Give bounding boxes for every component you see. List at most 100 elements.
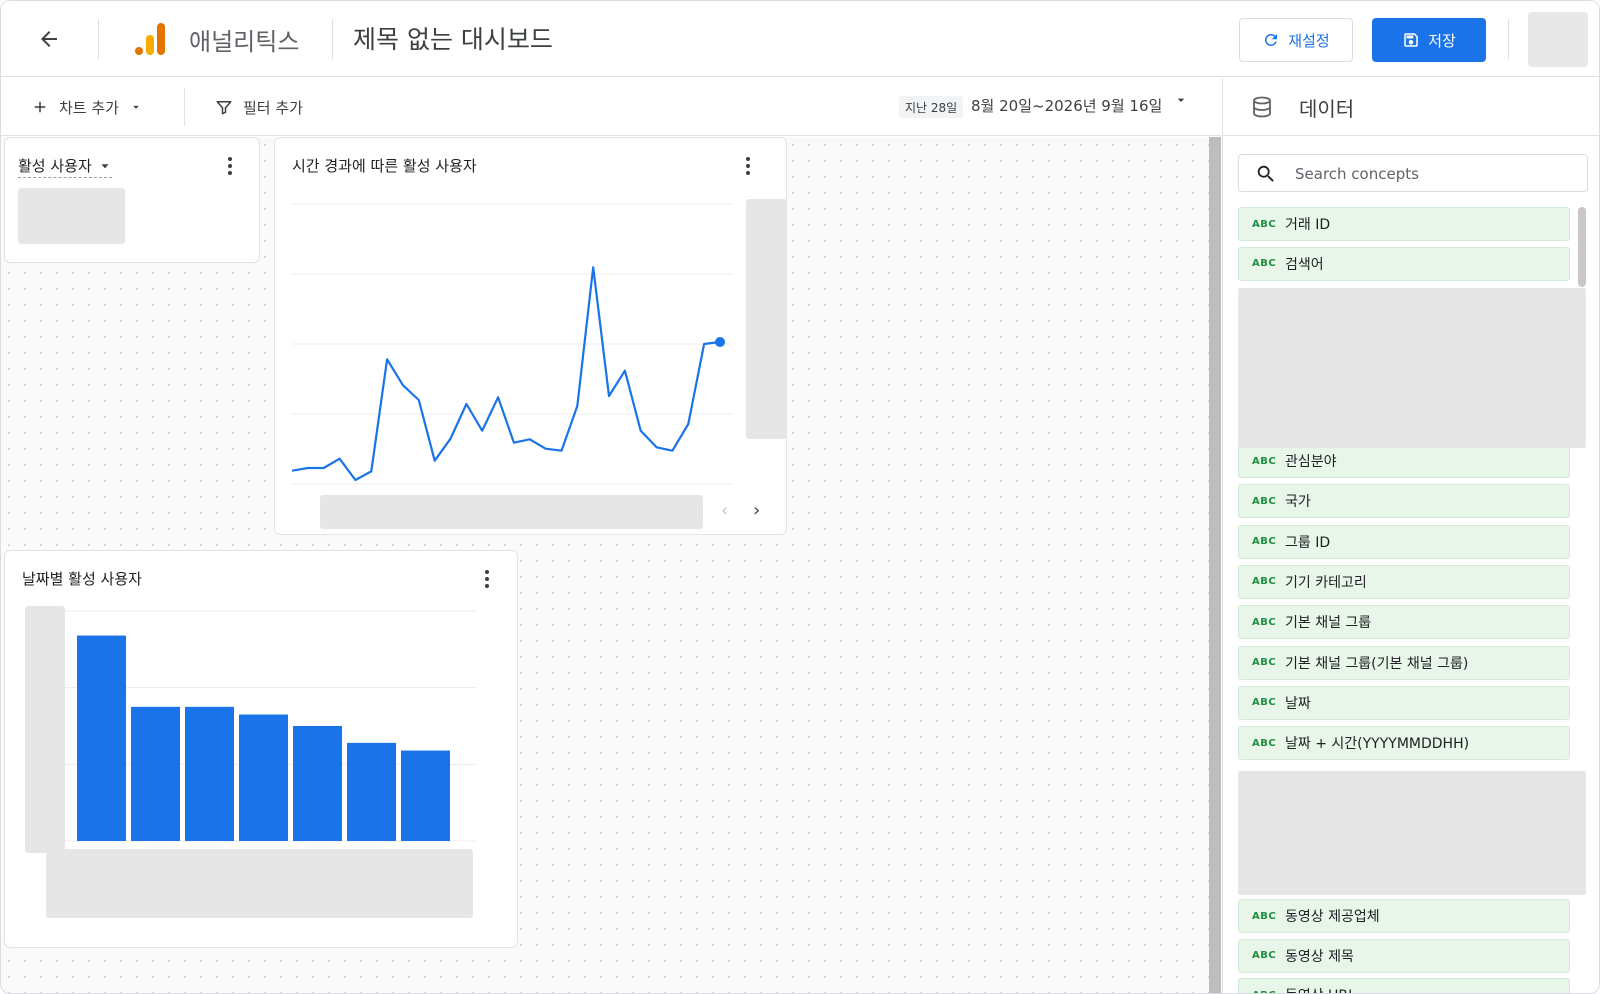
dimension-field-label: 국가 bbox=[1285, 494, 1311, 511]
bar bbox=[401, 750, 450, 841]
scorecard-title: 활성 사용자 bbox=[18, 157, 92, 175]
more-menu-button[interactable] bbox=[740, 154, 756, 178]
dashboard-title[interactable]: 제목 없는 대시보드 bbox=[353, 20, 553, 56]
database-icon bbox=[1253, 96, 1271, 118]
add-filter-button[interactable]: 필터 추가 bbox=[215, 91, 303, 123]
metric-selector[interactable]: 활성 사용자 bbox=[18, 155, 112, 178]
reset-button[interactable]: 재설정 bbox=[1239, 18, 1353, 62]
dimension-field-label: 기본 채널 그룹(기본 채널 그룹) bbox=[1285, 655, 1469, 672]
bar-chart-title: 날짜별 활성 사용자 bbox=[22, 570, 142, 588]
dimension-field-label: 거래 ID bbox=[1285, 217, 1331, 233]
dimension-field[interactable]: ABC 기본 채널 그룹(기본 채널 그룹) bbox=[1238, 645, 1570, 680]
dimension-field-label: 동영상 제공업체 bbox=[1285, 909, 1380, 925]
text-type-icon: ABC bbox=[1252, 576, 1277, 588]
canvas-scrollbar[interactable] bbox=[1209, 137, 1221, 993]
last-data-point bbox=[715, 337, 725, 347]
dimension-field[interactable]: ABC 동영상 제공업체 bbox=[1238, 899, 1570, 933]
data-panel-title: 데이터 bbox=[1299, 97, 1355, 121]
divider bbox=[98, 19, 99, 59]
top-app-bar: 애널리틱스 제목 없는 대시보드 재설정 저장 bbox=[1, 1, 1599, 77]
x-axis-labels-placeholder bbox=[320, 495, 703, 529]
save-button[interactable]: 저장 bbox=[1372, 18, 1486, 62]
text-type-icon: ABC bbox=[1252, 616, 1277, 628]
dimension-field[interactable]: ABC 동영상 제목 bbox=[1238, 938, 1570, 973]
add-chart-button[interactable]: 차트 추가 bbox=[31, 91, 143, 123]
dashboard-canvas: 활성 사용자 시간 경과에 따른 활성 사용자 ‹ › 날짜별 활성 사용자 bbox=[1, 137, 1209, 993]
text-type-icon: ABC bbox=[1252, 455, 1277, 467]
save-label: 저장 bbox=[1428, 31, 1456, 50]
app-window: 애널리틱스 제목 없는 대시보드 재설정 저장 차트 추가 필터 추가 지난 2… bbox=[0, 0, 1600, 994]
chevron-right-icon[interactable]: › bbox=[753, 500, 760, 521]
dimension-field[interactable]: ABC 관심분야 bbox=[1238, 444, 1570, 478]
dimension-field[interactable]: ABC 날짜 bbox=[1238, 685, 1570, 720]
dimension-field[interactable]: ABC 기기 카테고리 bbox=[1238, 564, 1570, 599]
caret-down-icon bbox=[1177, 98, 1185, 102]
refresh-icon bbox=[1265, 33, 1278, 46]
text-type-icon: ABC bbox=[1252, 737, 1277, 749]
data-panel: 데이터 ABC거래 IDABC검색어ABC관심분야ABC국가ABC그룹 IDAB… bbox=[1222, 78, 1599, 994]
dimension-field[interactable]: ABC 그룹 ID bbox=[1238, 524, 1570, 559]
dimension-field[interactable]: ABC 날짜 + 시간(YYYYMMDDHH) bbox=[1238, 726, 1570, 761]
analytics-logo-icon bbox=[135, 23, 165, 55]
save-icon bbox=[1404, 33, 1418, 47]
x-axis-labels-placeholder bbox=[46, 849, 473, 918]
bar bbox=[185, 706, 234, 841]
date-preset-chip: 지난 28일 bbox=[899, 96, 964, 118]
scorecard-value-placeholder bbox=[18, 188, 125, 244]
text-type-icon: ABC bbox=[1252, 536, 1277, 548]
dimension-field-label: 검색어 bbox=[1285, 256, 1324, 273]
more-menu-button[interactable] bbox=[479, 567, 495, 591]
back-button[interactable] bbox=[31, 21, 67, 57]
search-icon bbox=[1257, 165, 1274, 182]
text-type-icon: ABC bbox=[1252, 697, 1277, 709]
caret-down-icon bbox=[101, 163, 109, 168]
dimension-field-label: 그룹 ID bbox=[1285, 534, 1331, 551]
text-type-icon: ABC bbox=[1252, 990, 1280, 994]
plus-icon bbox=[34, 101, 46, 113]
bar bbox=[293, 726, 342, 841]
data-panel-header: 데이터 bbox=[1223, 78, 1599, 136]
text-type-icon: ABC bbox=[1252, 495, 1277, 507]
bar-chart-card[interactable]: 날짜별 활성 사용자 bbox=[4, 550, 518, 948]
dimension-field-label: 날짜 bbox=[1285, 695, 1311, 712]
text-type-icon: ABC bbox=[1252, 657, 1277, 668]
bar bbox=[77, 635, 126, 841]
line-chart-card[interactable]: 시간 경과에 따른 활성 사용자 ‹ › bbox=[274, 137, 787, 535]
bar bbox=[239, 714, 288, 841]
dimension-field[interactable]: ABC 기본 채널 그룹 bbox=[1238, 605, 1570, 640]
account-avatar[interactable] bbox=[1528, 12, 1588, 67]
divider bbox=[1508, 19, 1509, 59]
reset-label: 재설정 bbox=[1288, 31, 1330, 50]
dimension-field[interactable]: ABC 국가 bbox=[1238, 484, 1570, 519]
list-scrollbar[interactable] bbox=[1578, 207, 1586, 287]
date-range-dropdown[interactable] bbox=[1173, 92, 1189, 112]
text-type-icon: ABC bbox=[1252, 950, 1277, 961]
date-range-label[interactable]: 8월 20일~2026년 9월 16일 bbox=[971, 95, 1162, 116]
search-input[interactable] bbox=[1295, 163, 1575, 185]
dimension-field-label: 동영상 URL bbox=[1285, 985, 1356, 993]
divider bbox=[184, 88, 185, 126]
caret-down-icon bbox=[133, 105, 139, 109]
more-menu-button[interactable] bbox=[222, 154, 238, 178]
add-filter-label: 필터 추가 bbox=[243, 98, 303, 117]
dimension-field-label: 동영상 제목 bbox=[1285, 948, 1354, 965]
dimension-field[interactable]: ABC 동영상 URL bbox=[1238, 978, 1570, 994]
add-chart-label: 차트 추가 bbox=[59, 98, 119, 117]
dashboard-toolbar: 차트 추가 필터 추가 지난 28일 8월 20일~2026년 9월 16일 bbox=[1, 78, 1221, 136]
bar bbox=[347, 742, 396, 841]
text-type-icon: ABC bbox=[1252, 218, 1277, 230]
dimension-field[interactable]: ABC 검색어 bbox=[1238, 246, 1570, 281]
line-chart-title: 시간 경과에 따른 활성 사용자 bbox=[292, 157, 477, 175]
y-axis-labels-placeholder bbox=[746, 199, 787, 439]
search-concepts-box[interactable] bbox=[1238, 154, 1588, 192]
divider bbox=[332, 19, 333, 59]
scorecard-card[interactable]: 활성 사용자 bbox=[4, 137, 260, 263]
series-line bbox=[292, 266, 721, 482]
bar bbox=[131, 706, 180, 841]
dimension-field[interactable]: ABC 거래 ID bbox=[1238, 207, 1570, 241]
loading-placeholder bbox=[1238, 288, 1586, 448]
arrow-back-icon bbox=[41, 31, 57, 47]
dimension-field-label: 관심분야 bbox=[1285, 454, 1337, 470]
line-chart-plot bbox=[292, 203, 732, 485]
chevron-left-icon[interactable]: ‹ bbox=[721, 500, 728, 521]
